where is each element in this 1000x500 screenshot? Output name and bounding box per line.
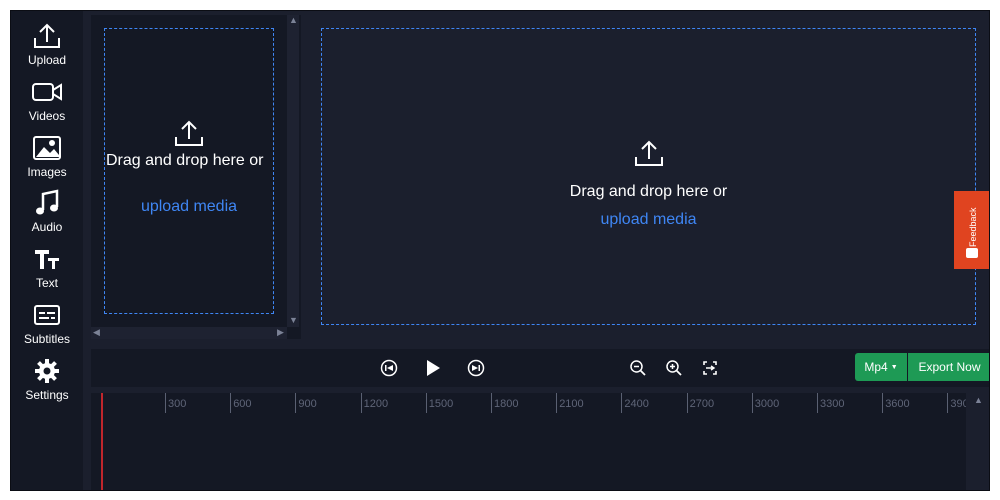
media-drop-zone[interactable]: Drag and drop here or upload media — [104, 28, 274, 314]
ruler-label: 1500 — [428, 398, 454, 410]
play-button[interactable] — [420, 355, 446, 381]
scroll-left-icon[interactable]: ◀ — [93, 328, 100, 337]
media-panel-vertical-scrollbar[interactable]: ▲ ▼ — [287, 15, 299, 327]
upload-icon — [30, 21, 64, 51]
sidebar-item-subtitles[interactable]: Subtitles — [11, 300, 83, 354]
upload-icon — [633, 139, 665, 174]
feedback-tab[interactable]: Feedback — [954, 191, 989, 269]
ruler-label: 300 — [168, 398, 187, 410]
zoom-in-button[interactable] — [663, 357, 685, 379]
video-camera-icon — [30, 77, 64, 107]
ruler-tick — [295, 393, 297, 413]
gear-icon — [30, 356, 64, 386]
sidebar-item-label: Images — [27, 165, 67, 179]
drop-instruction: Drag and drop here or — [569, 183, 728, 200]
editor-app: Upload Videos Images Audio Text Subtitle… — [10, 10, 990, 491]
zoom-in-icon — [666, 360, 682, 376]
sidebar-item-upload[interactable]: Upload — [11, 21, 83, 75]
preview-drop-zone[interactable]: Drag and drop here or upload media — [321, 28, 976, 325]
zoom-out-button[interactable] — [627, 357, 649, 379]
sidebar-item-label: Videos — [28, 109, 66, 123]
sidebar-item-settings[interactable]: Settings — [11, 356, 83, 410]
timeline-scrollbar[interactable]: ▲ — [966, 393, 989, 490]
timeline[interactable]: 300 600 900 1200 1500 1800 2100 2400 2700 3000 330… — [91, 393, 969, 490]
format-label: Mp4 — [864, 360, 888, 374]
format-dropdown[interactable]: Mp4 ▼ — [855, 353, 907, 381]
fit-timeline-button[interactable] — [699, 357, 721, 379]
ruler-label: 3000 — [754, 398, 780, 410]
drop-instruction: Drag and drop here or — [106, 152, 264, 169]
ruler-tick — [360, 393, 362, 413]
ruler-tick — [621, 393, 623, 413]
scroll-up-icon[interactable]: ▲ — [974, 396, 983, 405]
scroll-right-icon[interactable]: ▶ — [277, 328, 284, 337]
skip-forward-button[interactable] — [465, 357, 487, 379]
ruler-label: 2400 — [624, 398, 649, 410]
feedback-label: Feedback — [968, 207, 978, 247]
fit-icon — [703, 361, 717, 375]
ruler-label: 1800 — [494, 398, 519, 410]
scroll-up-icon[interactable]: ▲ — [289, 16, 298, 25]
sidebar-item-label: Settings — [25, 388, 69, 402]
playback-controls: Mp4 ▼ Export Now — [91, 349, 989, 387]
scroll-down-icon[interactable]: ▼ — [289, 316, 298, 325]
sidebar-item-videos[interactable]: Videos — [11, 77, 83, 131]
ruler-tick — [556, 393, 558, 413]
sidebar-item-label: Upload — [27, 53, 67, 67]
ruler-label: 1200 — [363, 398, 389, 410]
play-icon — [427, 360, 440, 376]
sidebar-item-label: Subtitles — [23, 332, 71, 346]
text-icon — [30, 244, 64, 274]
ruler-tick — [686, 393, 688, 413]
ruler-label: 3600 — [885, 398, 910, 410]
ruler-label: 900 — [298, 398, 317, 410]
skip-back-button[interactable] — [378, 357, 400, 379]
sidebar-item-label: Text — [35, 276, 58, 290]
sidebar-item-images[interactable]: Images — [11, 133, 83, 187]
music-note-icon — [30, 188, 64, 218]
caret-down-icon: ▼ — [890, 363, 898, 371]
sidebar-item-text[interactable]: Text — [11, 244, 83, 298]
upload-media-link[interactable]: upload media — [322, 211, 975, 229]
media-panel-horizontal-scrollbar[interactable]: ◀ ▶ — [91, 327, 287, 339]
ruler-label: 600 — [233, 398, 252, 410]
export-button[interactable]: Export Now — [908, 353, 989, 381]
ruler-tick — [751, 393, 753, 413]
ruler-label: 2100 — [559, 398, 584, 410]
ruler-tick — [491, 393, 492, 413]
feedback-icon — [966, 248, 978, 258]
sidebar-item-audio[interactable]: Audio — [11, 188, 83, 242]
sidebar-item-label: Audio — [31, 220, 63, 234]
ruler-tick — [425, 393, 427, 413]
skip-back-icon — [380, 359, 398, 377]
ruler-label: 2700 — [689, 398, 715, 410]
upload-icon — [173, 119, 205, 154]
ruler-tick — [882, 393, 884, 413]
upload-media-link[interactable]: upload media — [105, 198, 273, 216]
ruler-tick — [165, 393, 166, 413]
sidebar: Upload Videos Images Audio Text Subtitle… — [11, 11, 83, 490]
ruler-label: 3300 — [820, 398, 845, 410]
playhead[interactable] — [101, 393, 103, 490]
ruler-tick — [947, 393, 949, 413]
ruler-tick — [230, 393, 232, 413]
subtitles-icon — [30, 300, 64, 330]
ruler-tick — [817, 393, 818, 413]
skip-forward-icon — [467, 359, 485, 377]
image-icon — [30, 133, 64, 163]
media-panel: Drag and drop here or upload media — [91, 15, 301, 339]
zoom-out-icon — [630, 360, 646, 376]
